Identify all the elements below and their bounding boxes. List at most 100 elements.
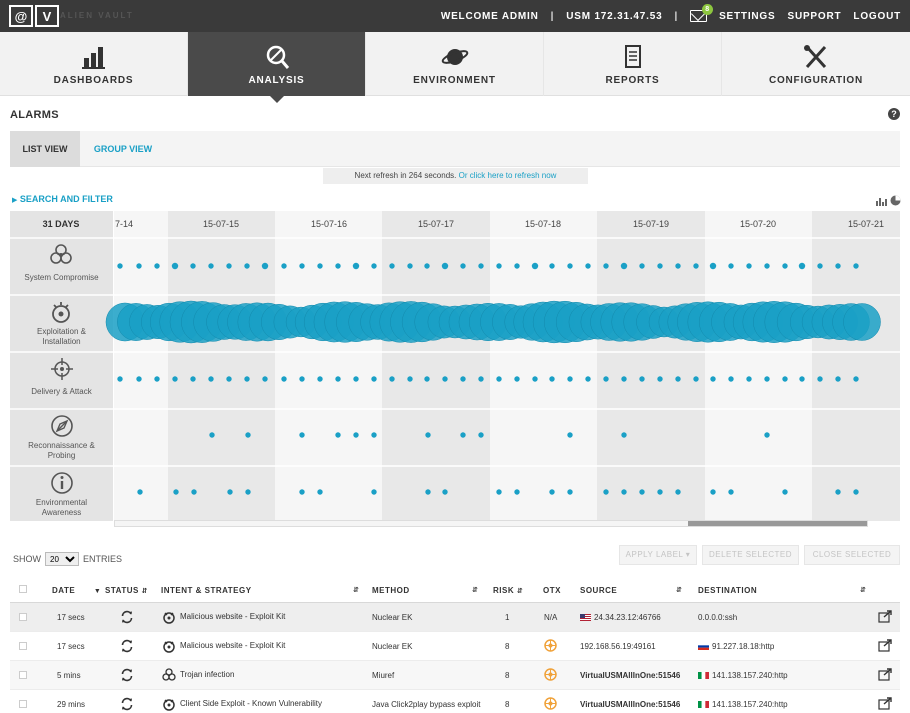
pie-chart-icon[interactable]: [890, 195, 901, 206]
timeline-day-column: [812, 211, 900, 521]
alarm-dot: [764, 263, 770, 269]
timeline-scroll-thumb[interactable]: [688, 521, 867, 526]
status-refresh-icon[interactable]: [120, 610, 134, 626]
biohazard-icon: [162, 668, 176, 684]
nav-label: REPORTS: [605, 75, 660, 86]
alarm-dot: [657, 489, 663, 495]
sort-intent-icon[interactable]: ⇵: [353, 586, 359, 594]
row-destination[interactable]: 141.138.157.240:http: [698, 700, 788, 709]
alarm-dot: [424, 263, 430, 269]
nav-reports[interactable]: REPORTS: [544, 32, 722, 96]
nav-analysis[interactable]: ANALYSIS: [188, 32, 366, 103]
open-detail-icon[interactable]: [878, 639, 893, 654]
bar-chart-icon[interactable]: [876, 196, 888, 206]
bar-chart-icon: [81, 47, 105, 69]
row-checkbox[interactable]: [19, 700, 27, 708]
row-source[interactable]: VirtualUSMAllInOne:51546: [580, 700, 680, 709]
alienvault-logo[interactable]: @ V: [9, 5, 59, 27]
chart-toggle[interactable]: [876, 195, 901, 206]
row-checkbox[interactable]: [19, 671, 27, 679]
row-checkbox[interactable]: [19, 642, 27, 650]
sort-source-icon[interactable]: ⇵: [676, 586, 682, 594]
row-source[interactable]: VirtualUSMAllInOne:51546: [580, 671, 680, 680]
row-risk: 8: [505, 671, 510, 680]
open-detail-icon[interactable]: [878, 610, 893, 625]
help-icon[interactable]: ?: [888, 108, 900, 120]
row-intent[interactable]: Trojan infection: [180, 670, 234, 679]
header-date[interactable]: DATE ▼: [52, 586, 101, 595]
mail-icon[interactable]: 8: [690, 4, 714, 22]
alarm-dot: [657, 376, 663, 382]
logout-link[interactable]: LOGOUT: [853, 11, 901, 22]
nav-environment[interactable]: ENVIRONMENT: [366, 32, 544, 96]
sort-destination-icon[interactable]: ⇵: [860, 586, 866, 594]
row-intent[interactable]: Malicious website - Exploit Kit: [180, 641, 285, 650]
tab-group-view[interactable]: GROUP VIEW: [80, 131, 166, 167]
header-status[interactable]: STATUS ⇵: [105, 586, 148, 595]
alarm-dot: [371, 432, 377, 438]
alarm-dot: [226, 376, 232, 382]
open-detail-icon[interactable]: [878, 697, 893, 712]
refresh-link[interactable]: Or click here to refresh now: [459, 171, 557, 180]
otx-icon[interactable]: [544, 668, 557, 683]
alarm-dot: [639, 263, 645, 269]
timeline-range-label: 31 DAYS: [43, 219, 80, 229]
row-otx: N/A: [544, 613, 557, 622]
open-detail-icon[interactable]: [878, 668, 893, 683]
header-source[interactable]: SOURCE: [580, 586, 617, 595]
sort-method-icon[interactable]: ⇵: [472, 586, 478, 594]
close-selected-button[interactable]: CLOSE SELECTED: [804, 545, 900, 565]
row-source[interactable]: 24.34.23.12:46766: [580, 613, 661, 622]
delete-selected-button[interactable]: DELETE SELECTED: [702, 545, 799, 565]
alarm-dot: [245, 489, 251, 495]
search-and-filter-toggle[interactable]: ▶ SEARCH AND FILTER: [12, 194, 113, 204]
alarm-dot: [603, 376, 609, 382]
header-risk[interactable]: RISK ⇵: [493, 586, 523, 595]
header-intent[interactable]: INTENT & STRATEGY: [161, 586, 252, 595]
alarm-dot: [460, 263, 466, 269]
row-method: Miuref: [372, 671, 395, 680]
status-refresh-icon[interactable]: [120, 639, 134, 655]
page-size-control: SHOW 20 ENTRIES: [13, 552, 122, 566]
alarm-dot: [585, 263, 591, 269]
otx-icon[interactable]: [544, 639, 557, 654]
alarm-dot: [425, 432, 431, 438]
status-refresh-icon[interactable]: [120, 697, 134, 713]
row-checkbox[interactable]: [19, 613, 27, 621]
row-destination[interactable]: 91.227.18.18:http: [698, 642, 774, 651]
alarm-dot: [137, 489, 143, 495]
tab-list-view[interactable]: LIST VIEW: [10, 131, 80, 167]
header-method[interactable]: METHOD: [372, 586, 410, 595]
row-intent[interactable]: Client Side Exploit - Known Vulnerabilit…: [180, 699, 322, 708]
table-row[interactable]: 29 mins Client Side Exploit - Known Vuln…: [10, 690, 900, 713]
timeline-day-column: [114, 211, 168, 521]
row-destination[interactable]: 141.138.157.240:http: [698, 671, 788, 680]
alarm-dot: [371, 263, 377, 269]
row-date: 5 mins: [57, 671, 81, 680]
alarm-dot: [835, 489, 841, 495]
row-source[interactable]: 192.168.56.19:49161: [580, 642, 656, 651]
timeline-graph: 31 DAYS 7-14 15-07-15 15-07-16 15-07-17 15-07…: [10, 211, 900, 521]
alarm-dot: [693, 376, 699, 382]
table-row[interactable]: 17 secs Malicious website - Exploit Kit …: [10, 603, 900, 632]
status-refresh-icon[interactable]: [120, 668, 134, 684]
header-destination[interactable]: DESTINATION: [698, 586, 757, 595]
alarm-dot: [261, 262, 269, 270]
row-otx: [544, 668, 557, 683]
select-all-checkbox[interactable]: [19, 585, 27, 593]
settings-link[interactable]: SETTINGS: [719, 11, 775, 22]
alarm-dot: [782, 376, 788, 382]
table-row[interactable]: 5 mins Trojan infection Miuref 8 Virtual…: [10, 661, 900, 690]
alarm-dot: [853, 376, 859, 382]
table-row[interactable]: 17 secs Malicious website - Exploit Kit …: [10, 632, 900, 661]
otx-icon[interactable]: [544, 697, 557, 712]
support-link[interactable]: SUPPORT: [787, 11, 841, 22]
nav-configuration[interactable]: CONFIGURATION: [722, 32, 910, 96]
row-intent[interactable]: Malicious website - Exploit Kit: [180, 612, 285, 621]
nav-dashboards[interactable]: DASHBOARDS: [0, 32, 188, 96]
alarm-dot: [173, 489, 179, 495]
row-destination[interactable]: 0.0.0.0:ssh: [698, 613, 737, 622]
page-size-select[interactable]: 20: [45, 552, 79, 566]
apply-label-button[interactable]: APPLY LABEL ▾: [619, 545, 697, 565]
timeline-scrollbar[interactable]: [114, 520, 868, 527]
